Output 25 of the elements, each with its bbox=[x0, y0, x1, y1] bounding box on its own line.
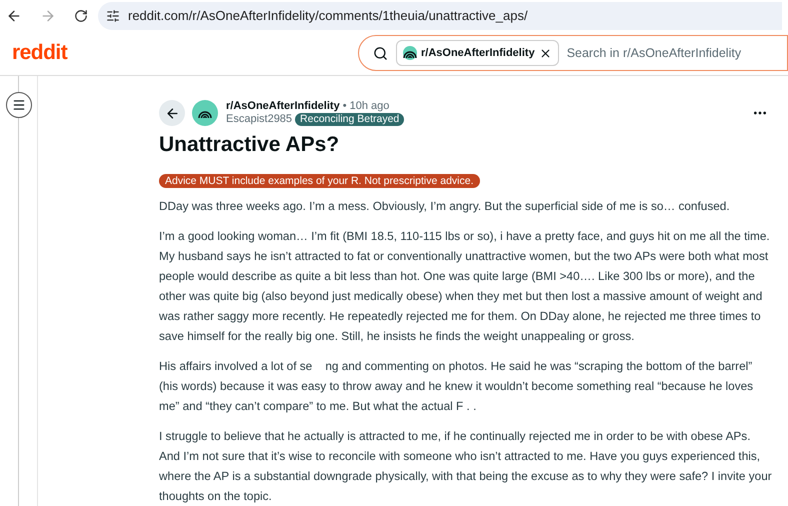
address-bar[interactable]: reddit.com/r/AsOneAfterInfidelity/comments/1theuia/unattractive_aps/ bbox=[98, 2, 782, 30]
url-text: reddit.com/r/AsOneAfterInfidelity/comments/1theuia/unattractive_aps/ bbox=[128, 6, 528, 25]
site-settings-icon[interactable] bbox=[106, 8, 120, 23]
post-time: • 10h ago bbox=[342, 100, 390, 113]
menu-icon bbox=[12, 98, 26, 112]
back-icon[interactable] bbox=[6, 8, 22, 24]
close-icon[interactable] bbox=[538, 46, 552, 60]
search-field[interactable]: r/AsOneAfterInfidelity Search in r/AsOneAfterInfidelity bbox=[358, 35, 788, 72]
post-paragraph: I’m a good looking woman… I’m fit (BMI 18.5, 110-115 lbs or so), i have a pretty face, and guys hit on me all the time. My husband says he isn’t attracted to fat or conventionally unattractive women, but the two APs were both what most people would describe as quite a bit less than hot. One was quite large (BMI >40…. Like 300 lbs or more), and the other was quite big (also beyond just medically obese) when they met but then lost a massive amount of weight and was rather saggy more recently. He repeatedly rejected me for them. On DDay alone, he rejected me three times to save himself for the really big one. Still, he insists he finds the weight unappealing or gross. bbox=[159, 228, 771, 345]
search-input[interactable]: Search in r/AsOneAfterInfidelity bbox=[566, 44, 787, 63]
post-paragraph: I struggle to believe that he actually is attracted to me, if he continually rejected me in order to be with obese APs. And I’m not sure that it’s wise to reconcile with someone who isn’t attracted to me. Have you guys experienced this, where the AP is a substantial downgrade physically, with that being the excuse as to why they were safe? I invite your thoughts on the topic. bbox=[159, 428, 773, 505]
post-paragraph: His affairs involved a lot of se ng and commenting on photos. He said he was “scraping the bottom of the barrel” (his words) because it was easy to throw away and he knew it wouldn’t become something real “because he loves me” and “they can’t compare” to me. But what the actual F . . bbox=[159, 358, 754, 415]
post-flair: Advice MUST include examples of your R. Not prescriptive advice. bbox=[159, 174, 480, 188]
post-title: Unattractive APs? bbox=[159, 132, 340, 158]
menu-button[interactable] bbox=[6, 92, 32, 118]
community-chip[interactable]: r/AsOneAfterInfidelity bbox=[396, 40, 559, 66]
subreddit-link[interactable]: r/AsOneAfterInfidelity bbox=[226, 100, 340, 113]
subreddit-avatar[interactable] bbox=[192, 100, 218, 126]
post-paragraph: DDay was three weeks ago. I’m a mess. Obviously, I’m angry. But the superficial side of me is so… confused. bbox=[159, 198, 731, 215]
user-flair: Reconciling Betrayed bbox=[295, 113, 404, 126]
search-icon bbox=[373, 46, 388, 61]
author-link[interactable]: Escapist2985 bbox=[226, 113, 292, 126]
reload-icon[interactable] bbox=[74, 8, 88, 23]
back-button[interactable] bbox=[159, 100, 185, 126]
chip-label: r/AsOneAfterInfidelity bbox=[421, 46, 535, 61]
